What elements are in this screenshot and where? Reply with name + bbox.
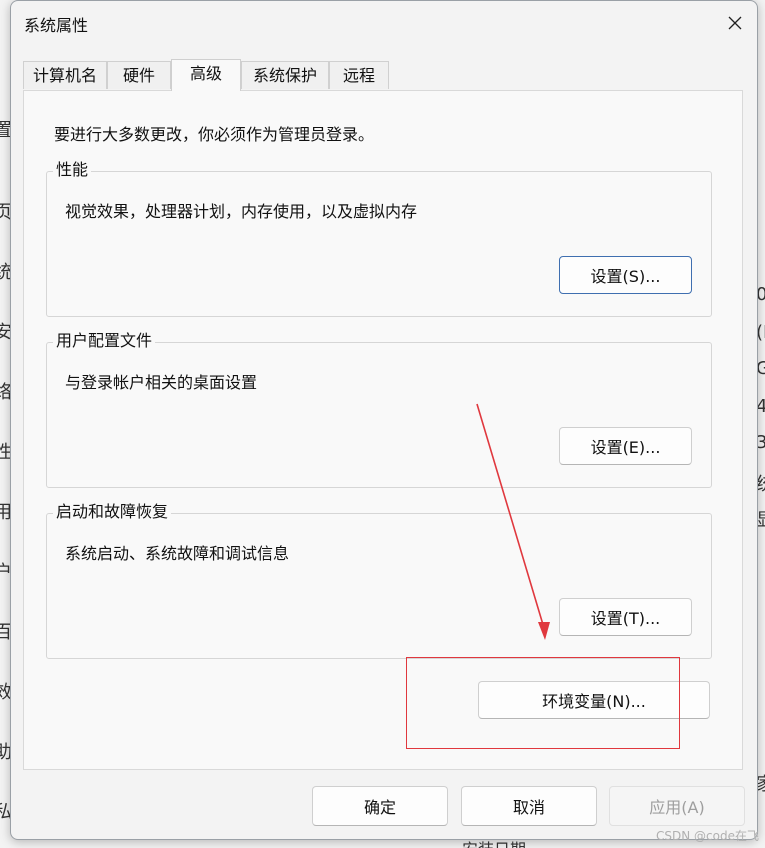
user-profiles-settings-button[interactable]: 设置(E)... <box>559 427 692 465</box>
tab-system-protection[interactable]: 系统保护 <box>241 61 329 89</box>
admin-notice: 要进行大多数更改，你必须作为管理员登录。 <box>54 125 375 144</box>
screen: 置 页 统 安 络 性 用 户 百 效 助 私 0 (I GI 4 3 统 显 … <box>0 0 765 848</box>
advanced-tab-panel: 要进行大多数更改，你必须作为管理员登录。 性能 视觉效果，处理器计划，内存使用，… <box>23 90 743 770</box>
performance-title: 性能 <box>53 160 92 180</box>
environment-variables-button[interactable]: 环境变量(N)... <box>478 681 710 719</box>
close-icon <box>728 16 742 30</box>
startup-recovery-settings-button[interactable]: 设置(T)... <box>559 598 692 636</box>
apply-button[interactable]: 应用(A) <box>609 786 745 826</box>
dialog-title: 系统属性 <box>24 16 89 35</box>
startup-recovery-group: 启动和故障恢复 系统启动、系统故障和调试信息 设置(T)... <box>46 502 712 659</box>
performance-desc: 视觉效果，处理器计划，内存使用，以及虚拟内存 <box>65 202 418 221</box>
user-profiles-desc: 与登录帐户相关的桌面设置 <box>65 373 258 392</box>
user-profiles-group: 用户配置文件 与登录帐户相关的桌面设置 设置(E)... <box>46 331 712 488</box>
tab-strip: 计算机名 硬件 高级 系统保护 远程 <box>23 59 743 91</box>
performance-settings-button[interactable]: 设置(S)... <box>559 256 692 294</box>
cancel-button[interactable]: 取消 <box>461 786 597 826</box>
title-bar[interactable]: 系统属性 <box>11 1 757 45</box>
ok-button[interactable]: 确定 <box>312 786 448 826</box>
startup-recovery-desc: 系统启动、系统故障和调试信息 <box>65 544 290 563</box>
close-button[interactable] <box>719 7 751 39</box>
tab-remote[interactable]: 远程 <box>329 61 389 89</box>
tab-advanced[interactable]: 高级 <box>171 59 241 91</box>
startup-recovery-title: 启动和故障恢复 <box>53 502 172 522</box>
tab-hardware[interactable]: 硬件 <box>107 61 171 89</box>
system-properties-dialog: 系统属性 计算机名 硬件 高级 系统保护 远程 要进行大多数更改，你必须作为管理… <box>10 0 758 840</box>
tab-computer-name[interactable]: 计算机名 <box>23 61 107 89</box>
performance-group: 性能 视觉效果，处理器计划，内存使用，以及虚拟内存 设置(S)... <box>46 160 712 317</box>
watermark: CSDN @code在飞 <box>656 829 759 843</box>
user-profiles-title: 用户配置文件 <box>53 331 156 351</box>
